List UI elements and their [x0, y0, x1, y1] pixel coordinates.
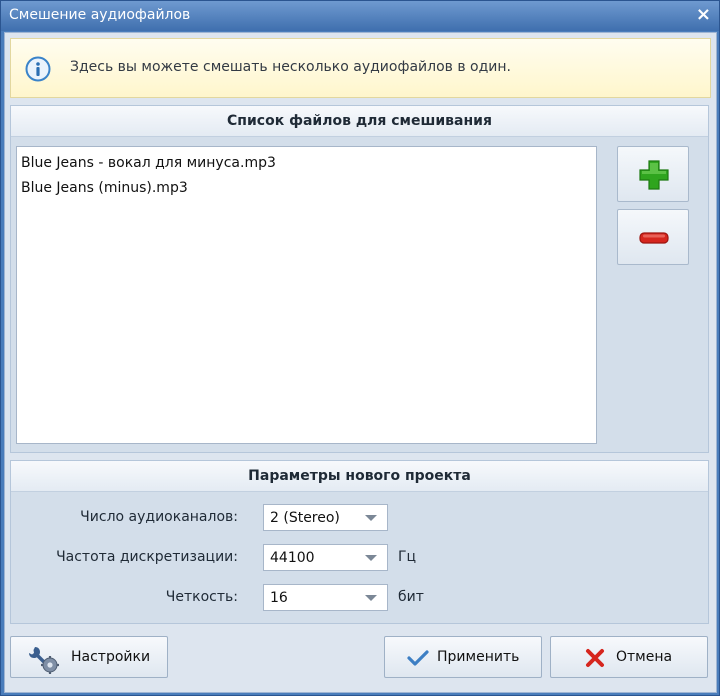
depth-value: 16 [270, 590, 288, 606]
minus-icon [639, 232, 669, 244]
window-title: Смешение аудиофайлов [9, 7, 191, 23]
add-file-button[interactable] [617, 146, 689, 202]
depth-select[interactable]: 16 [263, 584, 388, 611]
apply-button-label: Применить [437, 649, 520, 665]
title-bar[interactable]: Смешение аудиофайлов × [1, 1, 719, 31]
settings-button[interactable]: Настройки [10, 636, 168, 678]
rate-unit: Гц [398, 549, 417, 565]
cancel-button[interactable]: Отмена [550, 636, 708, 678]
params-panel: Параметры нового проекта Число аудиокана… [10, 460, 709, 624]
cross-icon [586, 649, 604, 667]
rate-label: Частота дискретизации: [56, 549, 238, 565]
gear-wrench-icon [29, 647, 59, 674]
apply-button[interactable]: Применить [384, 636, 542, 678]
rate-value: 44100 [270, 550, 315, 566]
dialog-body: Здесь вы можете смешать несколько аудиоф… [4, 32, 717, 693]
close-button[interactable]: × [696, 4, 711, 25]
depth-unit: бит [398, 589, 424, 605]
plus-icon [639, 160, 669, 190]
info-text: Здесь вы можете смешать несколько аудиоф… [70, 59, 511, 75]
list-item[interactable]: Blue Jeans - вокал для минуса.mp3 [17, 147, 596, 173]
channels-label: Число аудиоканалов: [80, 509, 238, 525]
list-item[interactable]: Blue Jeans (minus).mp3 [17, 173, 596, 198]
depth-label: Четкость: [165, 589, 238, 605]
chevron-down-icon [365, 595, 377, 601]
remove-file-button[interactable] [617, 209, 689, 265]
channels-select[interactable]: 2 (Stereo) [263, 504, 388, 531]
chevron-down-icon [365, 515, 377, 521]
checkmark-icon [407, 650, 429, 666]
chevron-down-icon [365, 555, 377, 561]
rate-select[interactable]: 44100 [263, 544, 388, 571]
files-panel: Список файлов для смешивания Blue Jeans … [10, 105, 709, 453]
rate-row: Частота дискретизации: 44100 Гц [11, 544, 708, 572]
depth-row: Четкость: 16 бит [11, 584, 708, 612]
channels-value: 2 (Stereo) [270, 510, 340, 526]
info-bar: Здесь вы можете смешать несколько аудиоф… [10, 38, 711, 98]
params-panel-header: Параметры нового проекта [11, 461, 708, 492]
mixer-dialog: Смешение аудиофайлов × Здесь вы можете с… [0, 0, 720, 696]
info-icon [25, 56, 51, 82]
settings-button-label: Настройки [71, 649, 151, 665]
cancel-button-label: Отмена [616, 649, 673, 665]
channels-row: Число аудиоканалов: 2 (Stereo) [11, 504, 708, 532]
files-panel-header: Список файлов для смешивания [11, 106, 708, 137]
file-list[interactable]: Blue Jeans - вокал для минуса.mp3 Blue J… [16, 146, 597, 444]
